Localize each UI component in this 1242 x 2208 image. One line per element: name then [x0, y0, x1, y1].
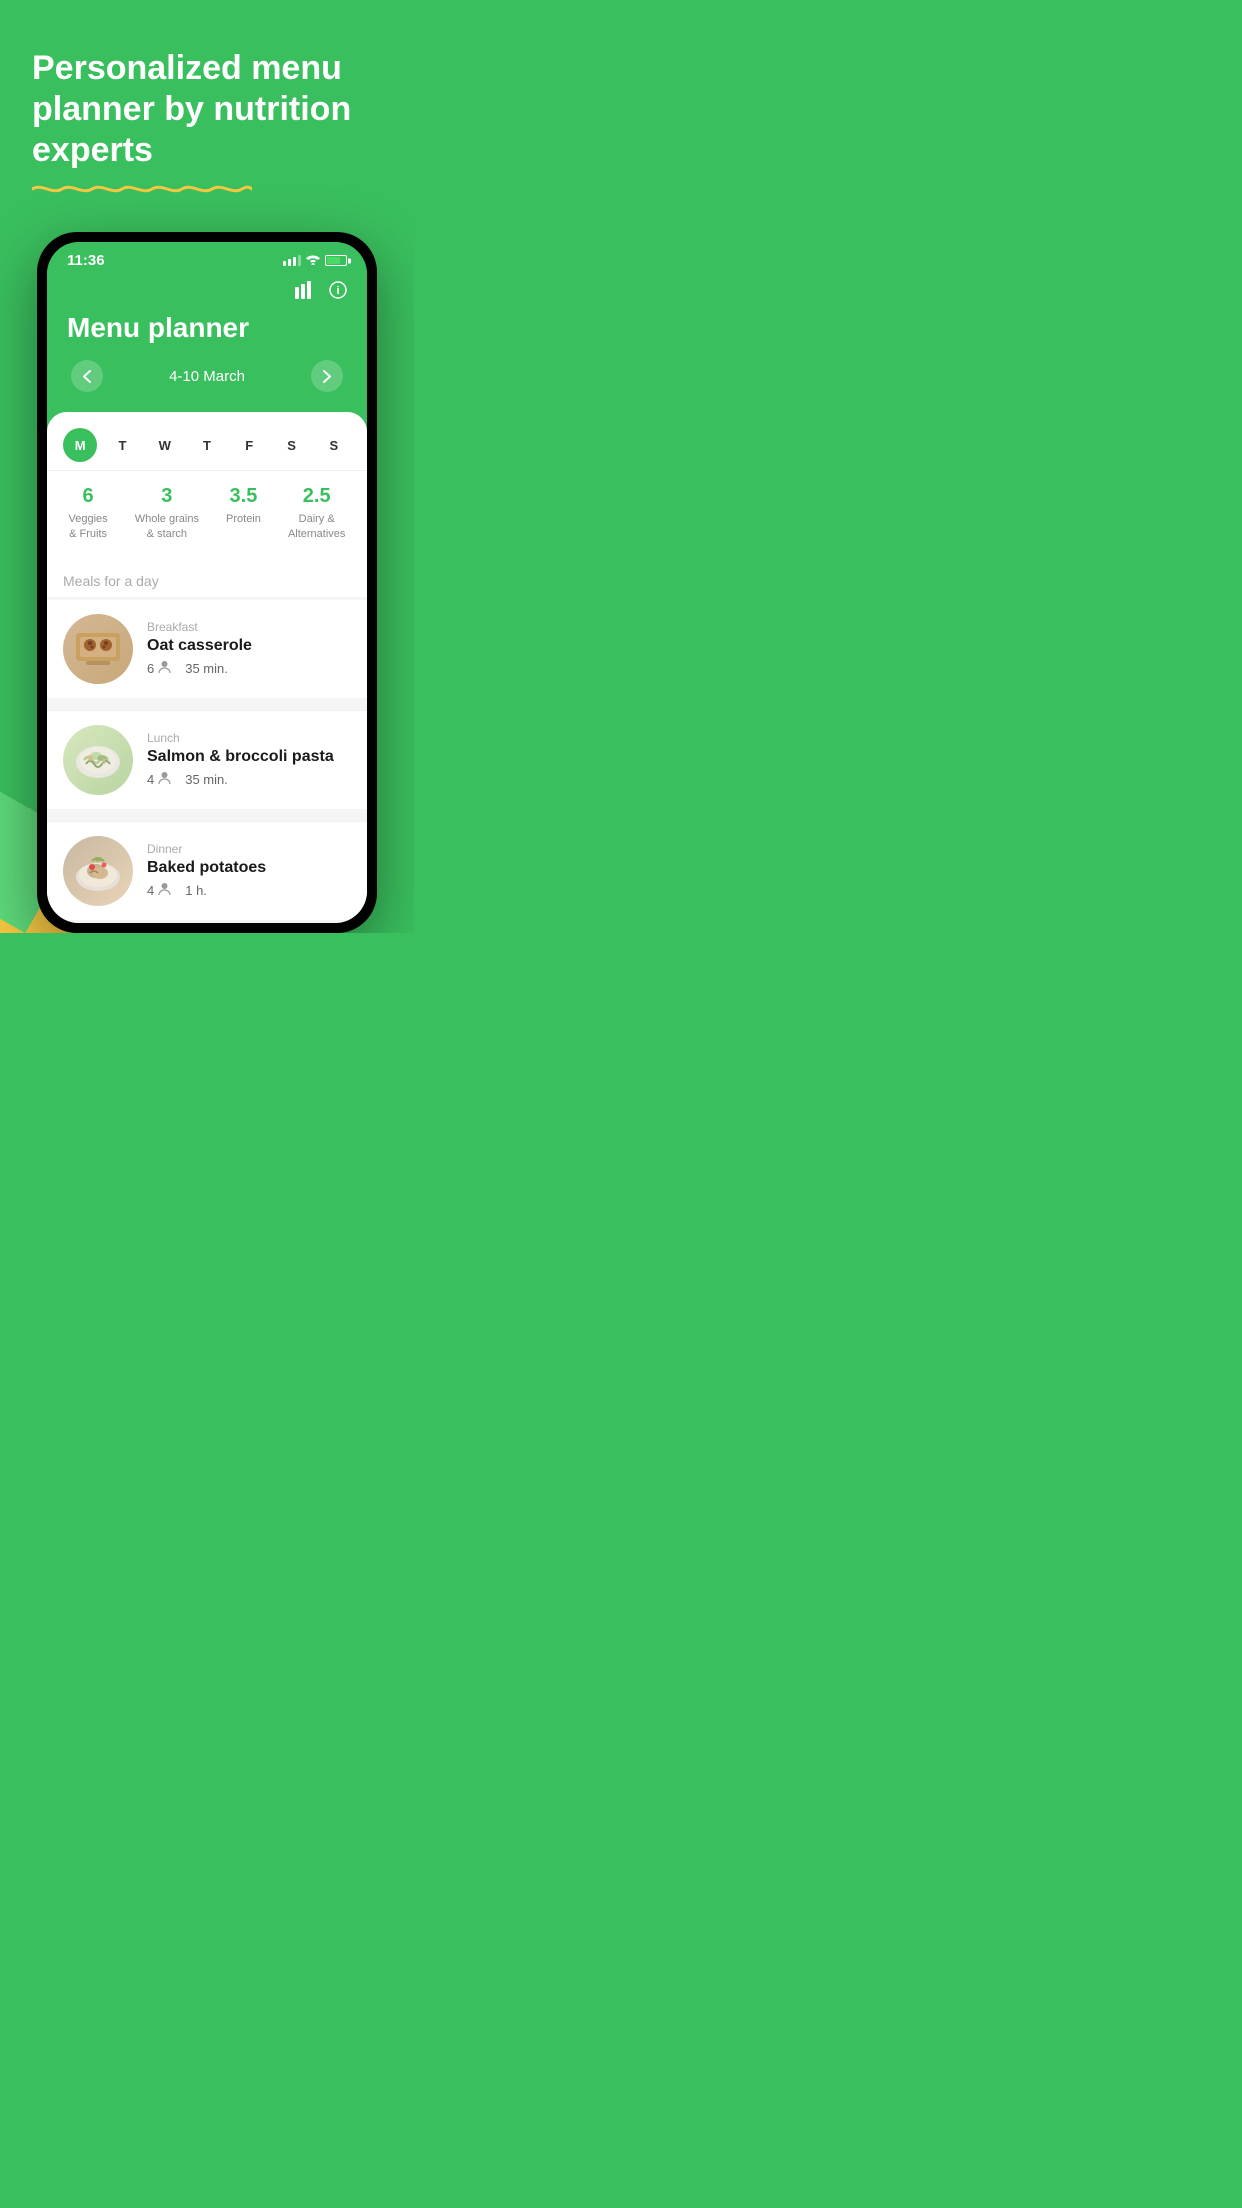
next-week-button[interactable] [311, 360, 343, 392]
stats-icon[interactable] [295, 281, 315, 304]
meal-image-oat [63, 614, 133, 684]
main-content-card: M T W T F [47, 412, 367, 923]
wifi-icon [306, 254, 320, 268]
day-circle-friday: F [232, 428, 266, 462]
app-header-actions: i [67, 281, 347, 304]
lunch-type-label: Lunch [147, 731, 351, 745]
app-background: Personalized menu planner by nutrition e… [0, 0, 414, 933]
day-circle-wednesday: W [148, 428, 182, 462]
dinner-info: Dinner Baked potatoes 4 [147, 842, 351, 899]
meals-section-label: Meals for a day [47, 557, 367, 597]
phone-screen: 11:36 [47, 242, 367, 923]
nutrition-dairy: 2.5 Dairy &Alternatives [288, 485, 345, 541]
veggies-label: Veggies& Fruits [69, 512, 108, 541]
dinner-name: Baked potatoes [147, 859, 351, 877]
dinner-meta: 4 1 [147, 882, 351, 899]
day-circle-sunday: S [317, 428, 351, 462]
lunch-info: Lunch Salmon & broccoli pasta 4 [147, 731, 351, 788]
dinner-time: 1 h. [185, 883, 207, 898]
app-header: i Menu planner 4-10 March [47, 273, 367, 408]
day-circle-saturday: S [275, 428, 309, 462]
protein-value: 3.5 [230, 485, 258, 508]
nutrition-veggies: 6 Veggies& Fruits [69, 485, 108, 541]
hero-section: Personalized menu planner by nutrition e… [0, 0, 414, 212]
phone-frame: 11:36 [37, 232, 377, 933]
status-time: 11:36 [67, 252, 105, 269]
dairy-label: Dairy &Alternatives [288, 512, 345, 541]
day-saturday[interactable]: S [275, 428, 309, 462]
protein-label: Protein [226, 512, 261, 526]
grains-value: 3 [161, 485, 172, 508]
day-sunday[interactable]: S [317, 428, 351, 462]
day-wednesday[interactable]: W [148, 428, 182, 462]
day-circle-monday: M [63, 428, 97, 462]
status-bar: 11:36 [47, 242, 367, 273]
svg-text:i: i [336, 285, 339, 297]
week-range-label: 4-10 March [169, 368, 245, 385]
day-selector: M T W T F [47, 412, 367, 470]
person-icon [158, 660, 171, 677]
day-tuesday[interactable]: T [105, 428, 139, 462]
lunch-servings-count: 4 [147, 772, 154, 787]
veggies-value: 6 [83, 485, 94, 508]
breakfast-type-label: Breakfast [147, 620, 351, 634]
dinner-type-label: Dinner [147, 842, 351, 856]
grains-label: Whole grains& starch [135, 512, 199, 541]
battery-icon [325, 255, 347, 266]
day-circle-tuesday: T [105, 428, 139, 462]
day-circle-thursday: T [190, 428, 224, 462]
meal-card-breakfast[interactable]: Breakfast Oat casserole 6 [47, 600, 367, 698]
signal-icon [283, 255, 301, 266]
meal-card-lunch[interactable]: Lunch Salmon & broccoli pasta 4 [47, 710, 367, 809]
dairy-value: 2.5 [303, 485, 331, 508]
dinner-person-icon [158, 882, 171, 899]
lunch-name: Salmon & broccoli pasta [147, 748, 351, 766]
lunch-meta: 4 35 [147, 771, 351, 788]
meal-image-potato [63, 836, 133, 906]
oat-casserole-illustration [70, 623, 126, 675]
meal-card-dinner[interactable]: Dinner Baked potatoes 4 [47, 821, 367, 920]
breakfast-name: Oat casserole [147, 637, 351, 655]
hero-title: Personalized menu planner by nutrition e… [32, 48, 382, 170]
wavy-underline [32, 182, 252, 196]
nutrition-summary: 6 Veggies& Fruits 3 Whole grains& starch… [47, 470, 367, 557]
breakfast-servings: 6 [147, 660, 171, 677]
servings-count: 6 [147, 661, 154, 676]
status-icons [283, 254, 347, 268]
dinner-servings-count: 4 [147, 883, 154, 898]
dinner-servings: 4 [147, 882, 171, 899]
day-monday[interactable]: M [63, 428, 97, 462]
week-navigation: 4-10 March [67, 360, 347, 392]
breakfast-time: 35 min. [185, 661, 228, 676]
day-friday[interactable]: F [232, 428, 266, 462]
pasta-illustration [70, 734, 126, 786]
potato-illustration [70, 845, 126, 897]
nutrition-grains: 3 Whole grains& starch [135, 485, 199, 541]
nutrition-protein: 3.5 Protein [226, 485, 261, 541]
phone-mockup: 11:36 [0, 212, 414, 933]
breakfast-meta: 6 35 [147, 660, 351, 677]
app-title: Menu planner [67, 312, 347, 344]
lunch-person-icon [158, 771, 171, 788]
meal-cards-list: Breakfast Oat casserole 6 [47, 597, 367, 923]
prev-week-button[interactable] [71, 360, 103, 392]
lunch-time: 35 min. [185, 772, 228, 787]
info-icon[interactable]: i [329, 281, 347, 304]
day-thursday[interactable]: T [190, 428, 224, 462]
breakfast-info: Breakfast Oat casserole 6 [147, 620, 351, 677]
lunch-servings: 4 [147, 771, 171, 788]
meal-image-pasta [63, 725, 133, 795]
